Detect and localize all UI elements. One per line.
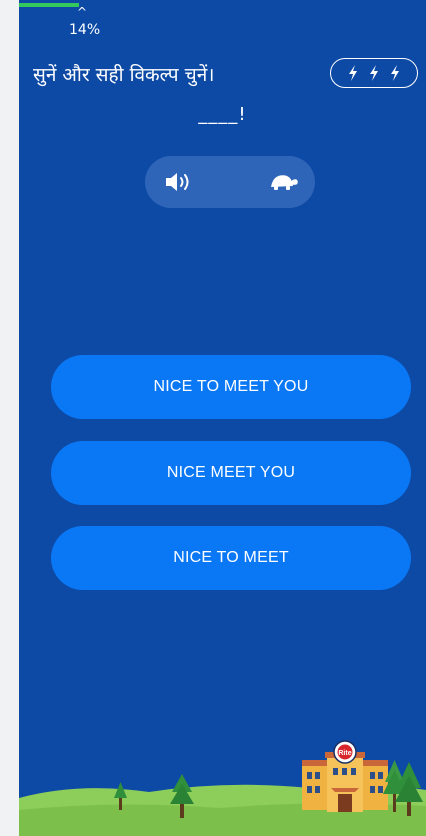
option-button-2[interactable]: NICE MEET YOU [51,441,411,505]
progress-percent: 14% [69,22,101,38]
audio-controls [145,156,315,208]
progress-fill [19,3,79,7]
lightning-bolt-icon [349,65,357,81]
energy-indicator [330,58,418,88]
scenery-illustration: Rite [19,740,426,836]
lightning-bolt-icon [391,65,399,81]
badge-text: Rite [338,750,351,757]
play-slow-button[interactable] [263,168,303,196]
answer-blank: ____! [198,104,247,125]
turtle-icon [271,175,298,190]
speaker-icon [166,173,189,191]
progress-caret: ^ [77,5,88,19]
rite-badge-icon: Rite [333,740,357,764]
play-audio-button[interactable] [159,168,199,196]
option-button-1[interactable]: NICE TO MEET YOU [51,355,411,419]
quiz-screen: ^ 14% सुनें और सही विकल्प चुनें। ____! N [19,0,426,836]
instruction-text: सुनें और सही विकल्प चुनें। [33,64,215,86]
option-button-3[interactable]: NICE TO MEET [51,526,411,590]
lightning-bolt-icon [370,65,378,81]
